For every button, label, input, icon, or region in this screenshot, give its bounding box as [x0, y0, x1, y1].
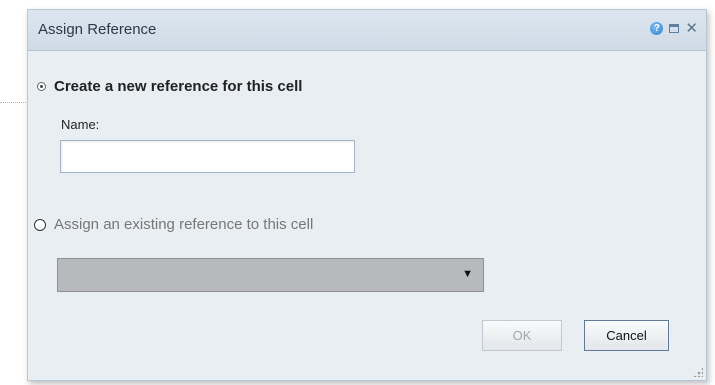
chevron-down-icon: ▼ [462, 268, 473, 280]
window-controls: ? ✕ [650, 21, 698, 36]
existing-reference-dropdown[interactable]: ▼ [57, 258, 484, 292]
radio-create-new[interactable] [37, 82, 46, 91]
dotted-connector-line [0, 102, 28, 103]
resize-grip-icon[interactable] [693, 367, 703, 377]
dialog-titlebar[interactable]: Assign Reference ? ✕ [28, 10, 706, 51]
close-icon[interactable]: ✕ [685, 21, 698, 36]
cancel-button[interactable]: Cancel [584, 320, 669, 351]
name-label: Name: [61, 117, 100, 132]
maximize-icon[interactable] [669, 24, 680, 33]
help-icon[interactable]: ? [650, 22, 664, 35]
option-create-new-label: Create a new reference for this cell [54, 78, 303, 95]
option-assign-existing-label: Assign an existing reference to this cel… [54, 216, 314, 233]
dialog-title: Assign Reference [38, 21, 157, 38]
option-assign-existing[interactable]: Assign an existing reference to this cel… [34, 216, 313, 233]
name-input[interactable] [60, 140, 355, 173]
ok-button[interactable]: OK [482, 320, 562, 351]
radio-assign-existing[interactable] [34, 218, 46, 231]
assign-reference-dialog: Assign Reference ? ✕ Create a new refere… [27, 9, 707, 381]
option-create-new[interactable]: Create a new reference for this cell [37, 78, 302, 95]
